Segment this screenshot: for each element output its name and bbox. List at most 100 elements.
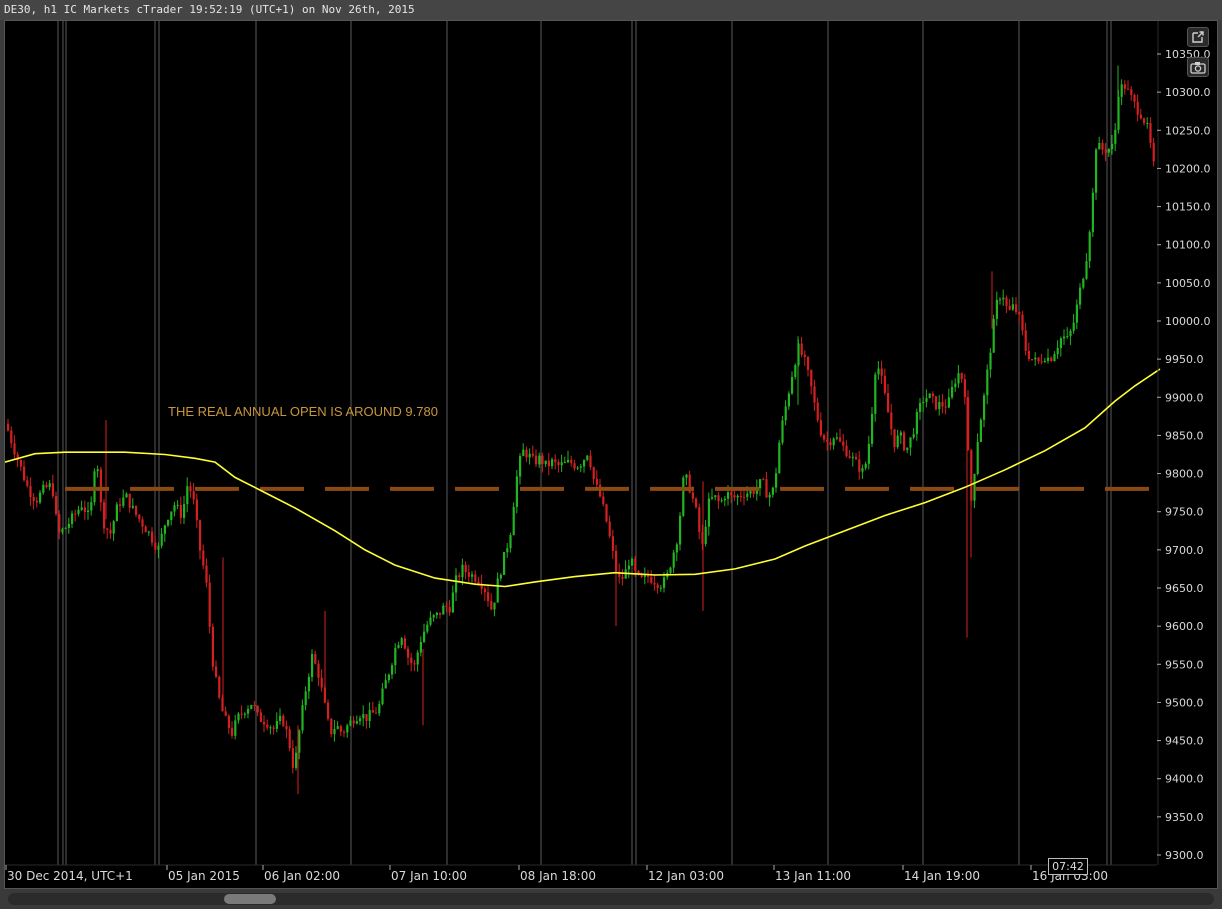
candle-body (883, 375, 886, 393)
candle-body (195, 499, 198, 521)
candle-body (131, 505, 134, 508)
candle-body (903, 432, 906, 451)
candle-body (1027, 350, 1030, 359)
candle-body (384, 680, 387, 689)
candle-body (679, 515, 682, 545)
candle-body (976, 441, 979, 474)
time-tick-label: 08 Jan 18:00 (520, 869, 596, 883)
candle-body (1127, 88, 1130, 90)
candle-body (493, 602, 496, 610)
candle-body (67, 523, 70, 528)
candle-body (752, 491, 755, 494)
candle-body (45, 484, 48, 488)
candle-body (919, 403, 922, 413)
window-title: DE30, h1 IC Markets cTrader 19:52:19 (UT… (0, 0, 1222, 20)
candle-body (608, 521, 611, 537)
candle-body (7, 423, 10, 431)
candle-body (1120, 84, 1123, 97)
candle-body (439, 612, 442, 615)
candle-body (403, 638, 406, 649)
candle-body (813, 386, 816, 403)
candle-body (186, 486, 189, 505)
screenshot-button[interactable] (1187, 57, 1209, 77)
candle-body (1034, 357, 1037, 360)
candle-body (227, 715, 230, 729)
candle-body (589, 455, 592, 468)
candle-body (467, 572, 470, 577)
candle-body (893, 429, 896, 448)
candle-body (445, 605, 448, 608)
price-tick-label: 10250.0 (1165, 124, 1211, 137)
candle-body (231, 728, 234, 736)
time-tick-label: 30 Dec 2014, UTC+1 (7, 869, 133, 883)
candle-body (554, 459, 557, 462)
popout-button[interactable] (1187, 27, 1209, 47)
candle-body (762, 479, 765, 481)
candle-body (941, 402, 944, 407)
candle-body (634, 558, 637, 571)
candle-body (410, 657, 413, 664)
candle-body (938, 402, 941, 410)
candle-body (567, 459, 570, 463)
candle-body (989, 352, 992, 370)
candle-body (327, 702, 330, 719)
candle-body (1143, 118, 1146, 124)
candle-body (723, 498, 726, 501)
candle-body (256, 705, 259, 713)
candle-body (432, 615, 435, 618)
price-tick-label: 10200.0 (1165, 162, 1211, 175)
candle-body (490, 600, 493, 610)
candle-body (512, 506, 515, 536)
candle-body (1063, 336, 1066, 339)
candle-body (730, 492, 733, 496)
candle-body (954, 383, 957, 388)
candle-body (109, 529, 112, 534)
time-tick-label: 06 Jan 02:00 (264, 869, 340, 883)
candle-body (765, 479, 768, 498)
candle-body (279, 715, 282, 721)
candle-body (845, 445, 848, 457)
candle-body (656, 584, 659, 588)
candle-body (301, 705, 304, 731)
candle-body (650, 576, 653, 583)
candle-body (986, 369, 989, 396)
candle-body (1043, 360, 1046, 362)
candle-body (711, 497, 714, 499)
candle-body (154, 542, 157, 550)
candle-body (864, 463, 867, 469)
candle-body (99, 469, 102, 503)
candle-body (51, 483, 54, 497)
candle-body (698, 507, 701, 532)
candle-body (506, 548, 509, 553)
candle-body (999, 299, 1002, 301)
candle-body (759, 479, 762, 489)
candle-body (720, 500, 723, 502)
candle-body (199, 520, 202, 551)
price-tick-label: 9500.0 (1165, 696, 1204, 709)
candle-body (858, 459, 861, 472)
candle-body (103, 502, 106, 529)
candle-body (451, 592, 454, 613)
price-tick-label: 9900.0 (1165, 391, 1204, 404)
candle-body (851, 456, 854, 458)
candle-body (423, 631, 426, 642)
candle-body (272, 727, 275, 729)
chart-area[interactable]: 10350.0 10300.0 10250.0 10200.0 10150.0 10100… (4, 20, 1218, 889)
annotation-text: THE REAL ANNUAL OPEN IS AROUND 9.780 (168, 404, 438, 419)
candle-body (1085, 261, 1088, 279)
price-chart[interactable]: 10350.010300.010250.010200.010150.010100… (5, 21, 1217, 888)
price-tick-label: 10100.0 (1165, 239, 1211, 252)
session-separators (57, 21, 1112, 865)
candle-body (464, 564, 467, 573)
scroll-track[interactable] (8, 893, 1214, 905)
candle-body (707, 498, 710, 527)
candle-body (55, 496, 58, 514)
candle-body (1104, 149, 1107, 153)
candle-body (669, 567, 672, 573)
scroll-thumb[interactable] (224, 894, 276, 904)
candle-body (458, 575, 461, 578)
candle-body (435, 612, 438, 616)
candle-body (413, 663, 416, 665)
candle-body (387, 674, 390, 681)
horizontal-scrollbar[interactable] (0, 889, 1222, 909)
